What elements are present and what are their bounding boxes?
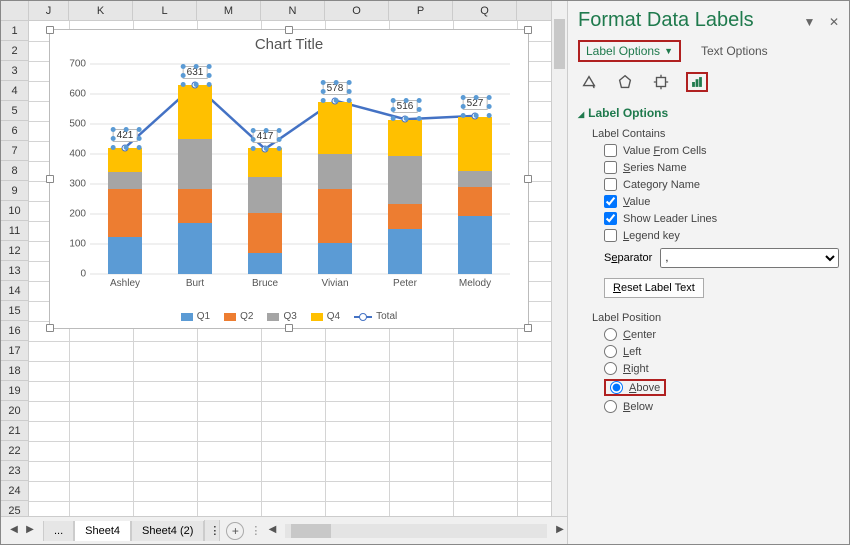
sheet-tab-overflow[interactable]: ⋮	[204, 520, 220, 541]
check-category-name[interactable]: Category Name	[604, 178, 839, 191]
format-pane: Format Data Labels ▼ ✕ Label Options ▼ T…	[567, 1, 849, 544]
col-P[interactable]: P	[389, 1, 453, 20]
data-label[interactable]: 516	[393, 100, 418, 113]
check-series-name[interactable]: Series Name	[604, 161, 839, 174]
check-value[interactable]: Value	[604, 195, 839, 208]
separator-select[interactable]: ,	[660, 248, 839, 268]
row-6[interactable]: 6	[1, 121, 28, 141]
row-24[interactable]: 24	[1, 481, 28, 501]
horizontal-scrollbar[interactable]	[285, 524, 547, 538]
row-5[interactable]: 5	[1, 101, 28, 121]
row-14[interactable]: 14	[1, 281, 28, 301]
row-1[interactable]: 1	[1, 21, 28, 41]
row-20[interactable]: 20	[1, 401, 28, 421]
radio-right[interactable]: Right	[604, 362, 839, 375]
section-label-options[interactable]: Label Options	[578, 106, 839, 120]
row-15[interactable]: 15	[1, 301, 28, 321]
reset-label-text-button[interactable]: Reset Label Text	[604, 278, 704, 298]
tab-label-options[interactable]: Label Options ▼	[578, 40, 681, 62]
data-label[interactable]: 631	[183, 66, 208, 79]
row-11[interactable]: 11	[1, 221, 28, 241]
vertical-scrollbar[interactable]	[551, 1, 567, 516]
chart-legend[interactable]: Q1 Q2 Q3 Q4 Total	[50, 311, 528, 322]
row-3[interactable]: 3	[1, 61, 28, 81]
new-sheet-button[interactable]: +	[226, 522, 244, 540]
hscroll-left[interactable]: ◀	[265, 524, 279, 538]
spreadsheet-grid[interactable]: Chart Title 0100200300400500600700 42163…	[29, 21, 551, 516]
legend-q3[interactable]: Q3	[267, 311, 296, 322]
col-Q[interactable]: Q	[453, 1, 517, 20]
row-10[interactable]: 10	[1, 201, 28, 221]
sheet-tab-active[interactable]: Sheet4	[74, 521, 131, 541]
row-12[interactable]: 12	[1, 241, 28, 261]
col-M[interactable]: M	[197, 1, 261, 20]
row-13[interactable]: 13	[1, 261, 28, 281]
pane-dropdown-icon[interactable]: ▼	[803, 15, 815, 29]
col-O[interactable]: O	[325, 1, 389, 20]
col-N[interactable]: N	[261, 1, 325, 20]
label-contains-heading: Label Contains	[592, 128, 839, 140]
row-19[interactable]: 19	[1, 381, 28, 401]
radio-below[interactable]: Below	[604, 400, 839, 413]
legend-q1[interactable]: Q1	[181, 311, 210, 322]
tab-text-options[interactable]: Text Options	[695, 42, 774, 60]
data-label[interactable]: 527	[463, 97, 488, 110]
row-4[interactable]: 4	[1, 81, 28, 101]
sheet-tab-more[interactable]: ...	[43, 521, 74, 541]
pane-title: Format Data Labels	[578, 9, 754, 32]
fill-icon[interactable]	[578, 72, 600, 92]
plot-area[interactable]: 421 631 417 578 516 527	[90, 64, 510, 274]
row-7[interactable]: 7	[1, 141, 28, 161]
data-label[interactable]: 421	[113, 129, 138, 142]
row-2[interactable]: 2	[1, 41, 28, 61]
row-9[interactable]: 9	[1, 181, 28, 201]
row-21[interactable]: 21	[1, 421, 28, 441]
row-headers: 1234567891011121314151617181920212223242…	[1, 21, 29, 541]
row-23[interactable]: 23	[1, 461, 28, 481]
legend-q4[interactable]: Q4	[311, 311, 340, 322]
x-axis[interactable]: AshleyBurtBruceVivianPeterMelody	[90, 278, 510, 292]
col-L[interactable]: L	[133, 1, 197, 20]
hscroll-right[interactable]: ▶	[553, 524, 567, 538]
sheet-tab-2[interactable]: Sheet4 (2)	[131, 521, 204, 541]
pane-close-icon[interactable]: ✕	[829, 15, 839, 29]
sheet-tab-bar: ◀ ▶ ... Sheet4 Sheet4 (2) ⋮ + ⋮ ◀ ▶	[1, 516, 567, 544]
check-value-from-cells[interactable]: Value From Cells	[604, 144, 839, 157]
row-22[interactable]: 22	[1, 441, 28, 461]
row-18[interactable]: 18	[1, 361, 28, 381]
radio-above[interactable]: Above	[604, 379, 666, 396]
chart-options-icon[interactable]	[686, 72, 708, 92]
effects-icon[interactable]	[614, 72, 636, 92]
separator-label: Separator	[604, 252, 652, 264]
row-8[interactable]: 8	[1, 161, 28, 181]
row-16[interactable]: 16	[1, 321, 28, 341]
y-axis[interactable]: 0100200300400500600700	[58, 64, 88, 274]
check-show-leader-lines[interactable]: Show Leader Lines	[604, 212, 839, 225]
legend-q2[interactable]: Q2	[224, 311, 253, 322]
embedded-chart[interactable]: Chart Title 0100200300400500600700 42163…	[49, 29, 529, 329]
col-J[interactable]: J	[29, 1, 69, 20]
radio-left[interactable]: Left	[604, 345, 839, 358]
sheet-nav-prev[interactable]: ◀	[7, 524, 21, 538]
legend-total[interactable]: Total	[354, 311, 397, 322]
row-17[interactable]: 17	[1, 341, 28, 361]
radio-center[interactable]: Center	[604, 328, 839, 341]
data-label[interactable]: 417	[253, 130, 278, 143]
size-icon[interactable]	[650, 72, 672, 92]
label-position-heading: Label Position	[592, 312, 839, 324]
col-K[interactable]: K	[69, 1, 133, 20]
check-legend-key[interactable]: Legend key	[604, 229, 839, 242]
sheet-nav-next[interactable]: ▶	[23, 524, 37, 538]
data-label[interactable]: 578	[323, 82, 348, 95]
